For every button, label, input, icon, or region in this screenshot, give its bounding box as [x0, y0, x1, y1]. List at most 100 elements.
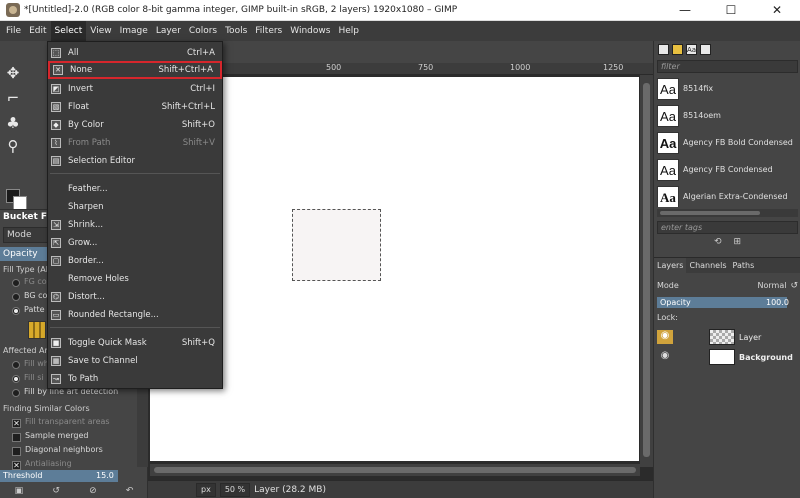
list-item[interactable]: Aa 8514fix [657, 75, 798, 102]
font-name: Agency FB Condensed [683, 165, 773, 174]
patterns-tab-icon[interactable] [672, 44, 683, 55]
fill-fg-radio[interactable] [12, 279, 20, 287]
menu-view[interactable]: View [86, 21, 115, 41]
menu-item-shortcut: Shift+Ctrl+A [158, 65, 213, 75]
tags-input[interactable]: enter tags [657, 221, 798, 234]
menu-icon[interactable]: ⊞ [734, 237, 742, 251]
menu-item-to-path[interactable]: ↝ To Path [48, 370, 222, 388]
history-tab-icon[interactable] [700, 44, 711, 55]
menu-item-shrink[interactable]: ⇲ Shrink... [48, 216, 222, 234]
horizontal-scrollbar[interactable] [150, 464, 640, 476]
menu-layer[interactable]: Layer [152, 21, 185, 41]
list-item[interactable]: Aa 8514oem [657, 102, 798, 129]
background-color-swatch[interactable] [13, 196, 27, 210]
menu-item-sharpen[interactable]: Sharpen [48, 198, 222, 216]
menu-item-selection-editor[interactable]: ▤ Selection Editor [48, 152, 222, 170]
menu-item-distort[interactable]: ⌬ Distort... [48, 288, 222, 306]
list-item[interactable]: Aa Agency FB Condensed [657, 156, 798, 183]
visibility-eye-icon[interactable]: ◉ [657, 350, 673, 364]
tab-layers[interactable]: Layers [654, 257, 687, 274]
menu-help[interactable]: Help [334, 21, 363, 41]
font-filter-input[interactable]: filter [657, 60, 798, 73]
fill-bg-radio[interactable] [12, 293, 20, 301]
vertical-scrollbar[interactable] [640, 75, 653, 467]
fill-similar-radio[interactable] [12, 375, 20, 383]
menu-windows[interactable]: Windows [286, 21, 334, 41]
fill-pattern-radio[interactable] [12, 307, 20, 315]
brushes-tab-icon[interactable] [658, 44, 669, 55]
menu-select[interactable]: Select [50, 21, 87, 41]
menu-colors[interactable]: Colors [185, 21, 221, 41]
menu-filters[interactable]: Filters [251, 21, 286, 41]
menu-item-none[interactable]: ✕ None Shift+Ctrl+A [48, 61, 222, 79]
fill-similar-label: Fill si [24, 373, 44, 382]
menu-item-from-path[interactable]: ⌇ From Path Shift+V [48, 134, 222, 152]
font-panel-icons: ⟲ ⊞ [654, 237, 800, 251]
menu-item-rounded-rectangle[interactable]: ▭ Rounded Rectangle... [48, 306, 222, 324]
menu-image[interactable]: Image [116, 21, 152, 41]
fill-transparent-checkbox[interactable]: ✕ [12, 419, 21, 428]
opacity-slider[interactable]: Opacity [0, 247, 48, 261]
menu-item-label: Selection Editor [68, 156, 136, 166]
diagonal-neighbors-label: Diagonal neighbors [25, 445, 103, 454]
list-item[interactable]: Aa Agency FB Bold Condensed [657, 129, 798, 156]
menu-item-border[interactable]: ▢ Border... [48, 252, 222, 270]
menu-item-grow[interactable]: ⇱ Grow... [48, 234, 222, 252]
menu-item-all[interactable]: ⬚ All Ctrl+A [48, 44, 222, 62]
reset-icon[interactable]: ↶ [126, 486, 134, 496]
sample-merged-checkbox[interactable] [12, 433, 21, 442]
move-tool-icon[interactable]: ✥ [3, 63, 23, 83]
zoom-tool-icon[interactable]: ⚲ [3, 136, 23, 156]
menu-item-label: Border... [68, 256, 104, 266]
menu-item-float[interactable]: ▧ Float Shift+Ctrl+L [48, 98, 222, 116]
menu-item-by-color[interactable]: ◆ By Color Shift+O [48, 116, 222, 134]
tab-channels[interactable]: Channels [686, 258, 729, 274]
horizontal-ruler[interactable]: 250 500 750 1000 1250 [148, 63, 653, 75]
menu-item-remove-holes[interactable]: Remove Holes [48, 270, 222, 288]
rectangle-selection[interactable] [292, 209, 381, 281]
crop-tool-icon[interactable]: ⌐ [3, 88, 23, 108]
horizontal-scroll-thumb[interactable] [154, 467, 636, 473]
fill-whole-radio[interactable] [12, 361, 20, 369]
mode-select[interactable]: Mode [3, 227, 48, 243]
zoom-select[interactable]: 50 % [219, 482, 251, 497]
diagonal-neighbors-checkbox[interactable] [12, 447, 21, 456]
ruler-label: 750 [418, 63, 434, 72]
save-channel-icon: ▦ [51, 356, 61, 366]
unit-select[interactable]: px [196, 482, 216, 497]
antialiasing-checkbox[interactable]: ✕ [12, 461, 21, 470]
fill-lineart-radio[interactable] [12, 389, 20, 397]
refresh-icon[interactable]: ⟲ [714, 237, 722, 251]
restore-preset-icon[interactable]: ↺ [52, 486, 60, 496]
menu-tools[interactable]: Tools [221, 21, 251, 41]
fill-fg-label: FG co [24, 277, 47, 286]
minimize-button[interactable]: — [662, 0, 708, 21]
layer-mode-select[interactable]: Normal [717, 281, 790, 290]
layer-row[interactable]: ◉ Background [657, 347, 798, 367]
clone-tool-icon[interactable]: ♣ [3, 113, 23, 133]
quick-mask-icon: ■ [51, 338, 61, 348]
menu-item-invert[interactable]: ◩ Invert Ctrl+I [48, 80, 222, 98]
layer-thumbnail [709, 349, 735, 365]
save-preset-icon[interactable]: ▣ [15, 486, 24, 496]
menu-item-feather[interactable]: Feather... [48, 180, 222, 198]
menu-edit[interactable]: Edit [25, 21, 50, 41]
mode-reset-icon[interactable]: ↺ [790, 281, 798, 291]
close-button[interactable]: ✕ [754, 0, 800, 21]
image-canvas[interactable] [150, 77, 639, 461]
font-list-scrollbar[interactable] [657, 209, 798, 217]
font-list-scroll-thumb[interactable] [660, 211, 760, 215]
selection-editor-icon: ▤ [51, 156, 61, 166]
menu-item-save-to-channel[interactable]: ▦ Save to Channel [48, 352, 222, 370]
vertical-scroll-thumb[interactable] [643, 83, 650, 457]
maximize-button[interactable]: ☐ [708, 0, 754, 21]
tab-paths[interactable]: Paths [730, 258, 758, 274]
list-item[interactable]: Aa Algerian Extra-Condensed [657, 183, 798, 207]
fonts-tab-icon[interactable]: Aa [686, 44, 697, 55]
delete-preset-icon[interactable]: ⊘ [89, 486, 97, 496]
visibility-eye-icon[interactable]: ◉ [657, 330, 673, 344]
menu-file[interactable]: File [2, 21, 25, 41]
layer-row[interactable]: ◉ Layer [657, 327, 798, 347]
pattern-swatch[interactable] [28, 321, 46, 339]
menu-item-toggle-quick-mask[interactable]: ■ Toggle Quick Mask Shift+Q [48, 334, 222, 352]
